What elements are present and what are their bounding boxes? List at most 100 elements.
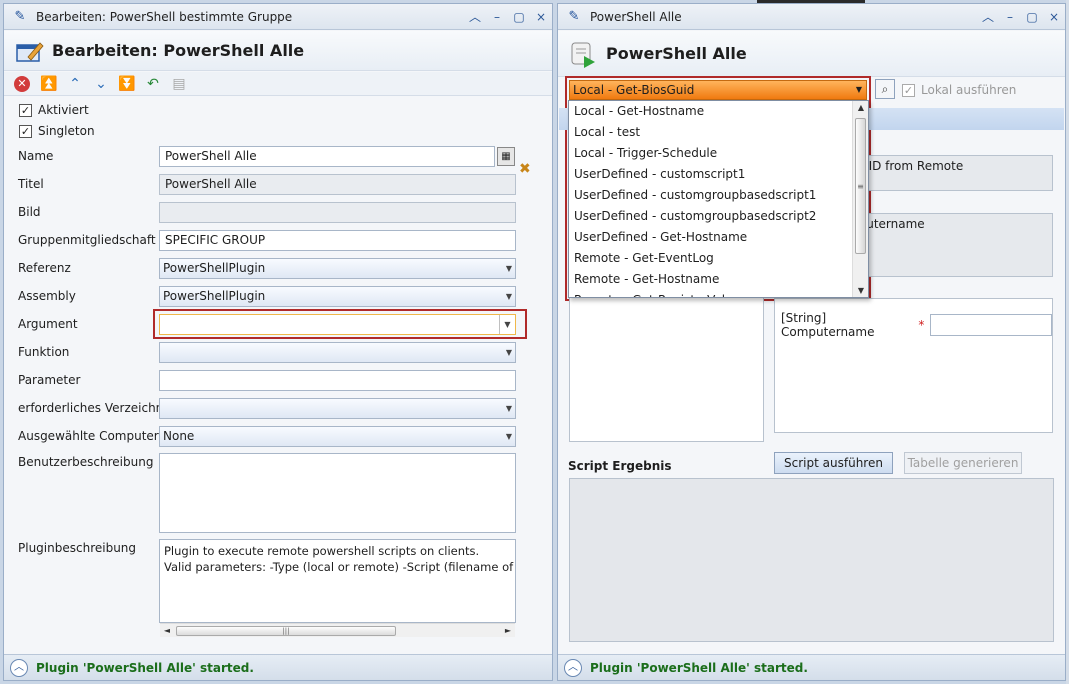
chevron-down-icon[interactable]: ▼ <box>499 315 515 334</box>
script-result-title: Script Ergebnis <box>568 459 672 473</box>
gruppe-value: SPECIFIC GROUP <box>165 233 266 247</box>
maximize-icon[interactable]: ▢ <box>508 10 530 24</box>
titel-label: Titel <box>18 177 44 191</box>
dropdown-item[interactable]: Local - test <box>569 122 868 143</box>
collapse-up-icon[interactable]: ︿ <box>564 658 582 677</box>
aktiviert-checkbox-row[interactable]: ✓ Aktiviert <box>19 103 89 117</box>
dropdown-item[interactable]: UserDefined - customgroupbasedscript1 <box>569 185 868 206</box>
collapse-icon[interactable]: ︿ <box>977 8 999 25</box>
parameter-label: Parameter <box>18 373 81 387</box>
argument-select[interactable]: ▼ <box>159 314 516 335</box>
assembly-select[interactable]: PowerShellPlugin ▼ <box>159 286 516 307</box>
pin-icon[interactable]: ✎ <box>566 9 582 25</box>
lokal-label: Lokal ausführen <box>921 83 1017 97</box>
right-header-title: PowerShell Alle <box>606 44 747 63</box>
funktion-select[interactable]: ▼ <box>159 342 516 363</box>
dropdown-item[interactable]: Remote - Get-EventLog <box>569 248 868 269</box>
dropdown-scroll-thumb[interactable]: ≡ <box>855 118 866 254</box>
chevron-down-icon: ▼ <box>505 404 512 413</box>
referenz-label: Referenz <box>18 261 71 275</box>
scroll-down-icon[interactable]: ▼ <box>853 286 868 295</box>
aktiviert-label: Aktiviert <box>38 103 89 117</box>
script-dropdown-list[interactable]: Local - Get-Hostname Local - test Local - … <box>568 100 869 298</box>
right-header: PowerShell Alle <box>558 31 1065 77</box>
lokal-checkbox[interactable]: ✓ <box>902 83 915 97</box>
computer-select[interactable]: None ▼ <box>159 426 516 447</box>
singleton-checkbox-row[interactable]: ✓ Singleton <box>19 124 95 138</box>
minimize-icon[interactable]: – <box>486 10 508 24</box>
dropdown-item[interactable]: Local - Get-Hostname <box>569 101 868 122</box>
scroll-up-icon[interactable]: ▲ <box>853 103 868 112</box>
pluginbeschreibung-line2: Valid parameters: -Type (local or remote… <box>164 560 516 574</box>
collapse-up-icon[interactable]: ︿ <box>10 658 28 677</box>
dropdown-item[interactable]: UserDefined - Get-Hostname <box>569 227 868 248</box>
clear-value-icon[interactable]: ✖ <box>519 161 539 181</box>
name-field[interactable]: PowerShell Alle <box>159 146 495 167</box>
pluginbeschreibung-textarea[interactable]: Plugin to execute remote powershell scri… <box>159 539 516 623</box>
aktiviert-checkbox[interactable]: ✓ <box>19 103 32 117</box>
dropdown-scrollbar[interactable]: ▲ ≡ ▼ <box>852 101 868 297</box>
titel-field: PowerShell Alle <box>159 174 516 195</box>
scroll-left-icon[interactable]: ◄ <box>160 624 174 637</box>
scroll-thumb[interactable]: ||| <box>176 626 396 636</box>
param-label: [String] Computername <box>781 311 875 339</box>
verzeichnis-select[interactable]: ▼ <box>159 398 516 419</box>
move-top-icon[interactable]: ⏫ <box>38 75 60 93</box>
gruppe-label: Gruppenmitgliedschaft <box>18 233 156 247</box>
dropdown-item[interactable]: UserDefined - customscript1 <box>569 164 868 185</box>
dropdown-item[interactable]: Local - Trigger-Schedule <box>569 143 868 164</box>
left-titlebar: ✎ Bearbeiten: PowerShell bestimmte Grupp… <box>4 4 552 30</box>
dropdown-item[interactable]: Remote - Get-RegistryValue <box>569 290 868 297</box>
script-scroll-icon <box>568 40 598 68</box>
chevron-down-icon: ▼ <box>855 85 862 94</box>
minimize-icon[interactable]: – <box>999 10 1021 24</box>
singleton-checkbox[interactable]: ✓ <box>19 124 32 138</box>
gruppe-field[interactable]: SPECIFIC GROUP <box>159 230 516 251</box>
undo-icon[interactable]: ↶ <box>142 75 164 93</box>
assembly-value: PowerShellPlugin <box>163 289 266 303</box>
funktion-label: Funktion <box>18 345 70 359</box>
script-select[interactable]: Local - Get-BiosGuid ▼ <box>569 80 867 100</box>
generate-table-button[interactable]: Tabelle generieren <box>904 452 1022 474</box>
collapse-icon[interactable]: ︿ <box>464 8 486 25</box>
dropdown-item[interactable]: UserDefined - customgroupbasedscript2 <box>569 206 868 227</box>
pin-icon[interactable]: ✎ <box>12 9 28 25</box>
move-down-icon[interactable]: ⌄ <box>90 75 112 93</box>
referenz-select[interactable]: PowerShellPlugin ▼ <box>159 258 516 279</box>
dropdown-item[interactable]: Remote - Get-Hostname <box>569 269 868 290</box>
horizontal-scrollbar[interactable]: ◄ ||| ► <box>160 623 515 637</box>
delete-icon[interactable]: ✕ <box>14 75 30 92</box>
right-statusbar: ︿ Plugin 'PowerShell Alle' started. <box>558 654 1065 680</box>
maximize-icon[interactable]: ▢ <box>1021 10 1043 24</box>
benutzerbeschreibung-textarea[interactable] <box>159 453 516 533</box>
pluginbeschreibung-label: Pluginbeschreibung <box>18 541 137 555</box>
script-result-box <box>569 478 1054 642</box>
run-script-button[interactable]: Script ausführen <box>774 452 893 474</box>
script-selected-value: Local - Get-BiosGuid <box>573 83 695 97</box>
argument-label: Argument <box>18 317 78 331</box>
scroll-right-icon[interactable]: ► <box>501 624 515 637</box>
left-statusbar: ︿ Plugin 'PowerShell Alle' started. <box>4 654 552 680</box>
edit-panel: ✎ Bearbeiten: PowerShell bestimmte Grupp… <box>3 3 553 681</box>
resource-picker-icon[interactable]: ▦ <box>497 147 515 166</box>
move-bottom-icon[interactable]: ⏬ <box>116 75 138 93</box>
name-value: PowerShell Alle <box>165 149 257 163</box>
name-label: Name <box>18 149 54 163</box>
clipboard-icon[interactable]: ▤ <box>168 75 190 93</box>
parameter-field[interactable] <box>159 370 516 391</box>
left-header-title: Bearbeiten: PowerShell Alle <box>52 41 305 60</box>
close-icon[interactable]: × <box>530 10 552 24</box>
parameters-box: [String] Computername * <box>774 298 1053 433</box>
computername-input[interactable] <box>930 314 1052 336</box>
chevron-down-icon: ▼ <box>505 292 512 301</box>
pluginbeschreibung-line1: Plugin to execute remote powershell scri… <box>164 544 480 558</box>
computer-label: Ausgewählte Computer <box>18 429 159 443</box>
chevron-down-icon: ▼ <box>505 348 512 357</box>
left-toolbar: ✕ ⏫ ⌃ ⌄ ⏬ ↶ ▤ <box>4 72 552 96</box>
singleton-label: Singleton <box>38 124 95 138</box>
search-script-icon[interactable]: ⌕ <box>875 79 895 99</box>
move-up-icon[interactable]: ⌃ <box>64 75 86 93</box>
lokal-checkbox-row[interactable]: ✓ Lokal ausführen <box>902 83 1016 97</box>
chevron-down-icon: ▼ <box>505 264 512 273</box>
close-icon[interactable]: × <box>1043 10 1065 24</box>
